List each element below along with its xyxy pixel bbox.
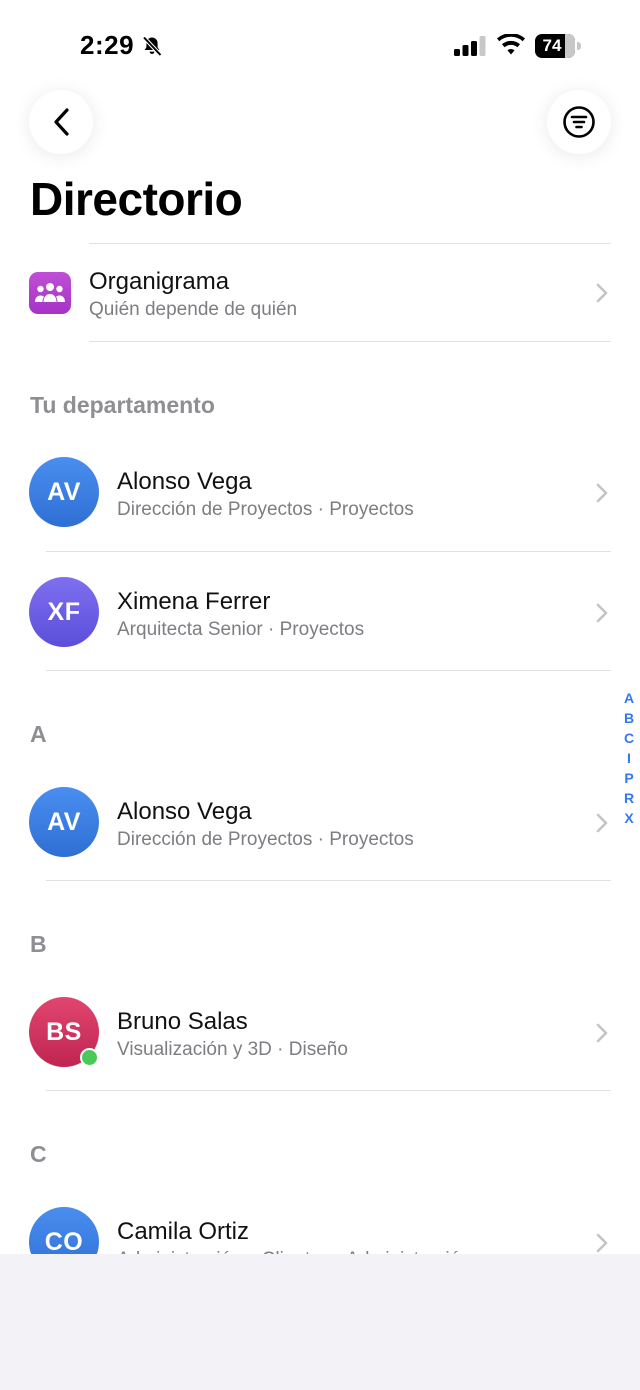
avatar: AV: [29, 457, 99, 527]
page-title: Directorio: [30, 173, 243, 225]
org-chart-title: Organigrama: [89, 268, 230, 295]
index-letter-b[interactable]: B: [618, 708, 640, 728]
chevron-right-icon: [596, 813, 608, 833]
divider: [46, 880, 611, 881]
status-time: 2:29: [80, 30, 135, 60]
org-chart-row[interactable]: Organigrama Quién depende de quién: [0, 244, 640, 342]
divider: [46, 1090, 611, 1091]
contact-name: Ximena Ferrer: [117, 588, 271, 615]
battery-indicator: 74: [535, 34, 581, 58]
wifi-icon: [497, 34, 525, 55]
divider: [46, 670, 611, 671]
section-header-department: Tu departamento: [30, 392, 215, 418]
cellular-signal-icon: [454, 36, 486, 56]
index-letter-x[interactable]: X: [618, 808, 640, 828]
index-letter-r[interactable]: R: [618, 788, 640, 808]
section-header-letter: A: [30, 721, 47, 747]
bell-slash-icon: [142, 36, 162, 57]
contact-name: Camila Ortiz: [117, 1218, 250, 1245]
contact-subtitle: Dirección de Proyectos · Proyectos: [117, 499, 414, 520]
section-header-letter: B: [30, 931, 47, 957]
contact-name: Alonso Vega: [117, 798, 252, 825]
contact-name: Bruno Salas: [117, 1008, 248, 1035]
chevron-right-icon: [596, 1023, 608, 1043]
index-letter-a[interactable]: A: [618, 688, 640, 708]
filter-button[interactable]: [547, 90, 611, 154]
index-letter-i[interactable]: I: [618, 748, 640, 768]
contact-row[interactable]: BS Bruno Salas Visualización y 3D · Dise…: [0, 972, 640, 1092]
contact-subtitle: Arquitecta Senior · Proyectos: [117, 619, 365, 640]
contact-row[interactable]: AV Alonso Vega Dirección de Proyectos · …: [0, 762, 640, 882]
people-group-icon: [29, 272, 71, 314]
contact-subtitle: Dirección de Proyectos · Proyectos: [117, 829, 414, 850]
chevron-right-icon: [596, 483, 608, 503]
chevron-left-icon: [54, 108, 69, 136]
filter-icon: [563, 106, 595, 138]
divider: [89, 341, 611, 342]
alphabet-index[interactable]: A B C I P R X: [618, 688, 640, 828]
avatar: XF: [29, 577, 99, 647]
back-button[interactable]: [29, 90, 93, 154]
index-letter-p[interactable]: P: [618, 768, 640, 788]
chevron-right-icon: [596, 283, 608, 303]
section-header-letter: C: [30, 1141, 47, 1167]
contact-name: Alonso Vega: [117, 468, 252, 495]
chevron-right-icon: [596, 1233, 608, 1253]
bottom-area: [0, 1254, 640, 1390]
avatar: AV: [29, 787, 99, 857]
contact-row[interactable]: AV Alonso Vega Dirección de Proyectos · …: [0, 432, 640, 552]
chevron-right-icon: [596, 603, 608, 623]
contact-row[interactable]: XF Ximena Ferrer Arquitecta Senior · Pro…: [0, 552, 640, 672]
battery-level: 74: [542, 36, 562, 55]
online-status-indicator: [80, 1048, 99, 1067]
contact-subtitle: Visualización y 3D · Diseño: [117, 1039, 348, 1060]
index-letter-c[interactable]: C: [618, 728, 640, 748]
status-bar: 2:29 74: [0, 0, 640, 90]
org-chart-subtitle: Quién depende de quién: [89, 299, 298, 320]
